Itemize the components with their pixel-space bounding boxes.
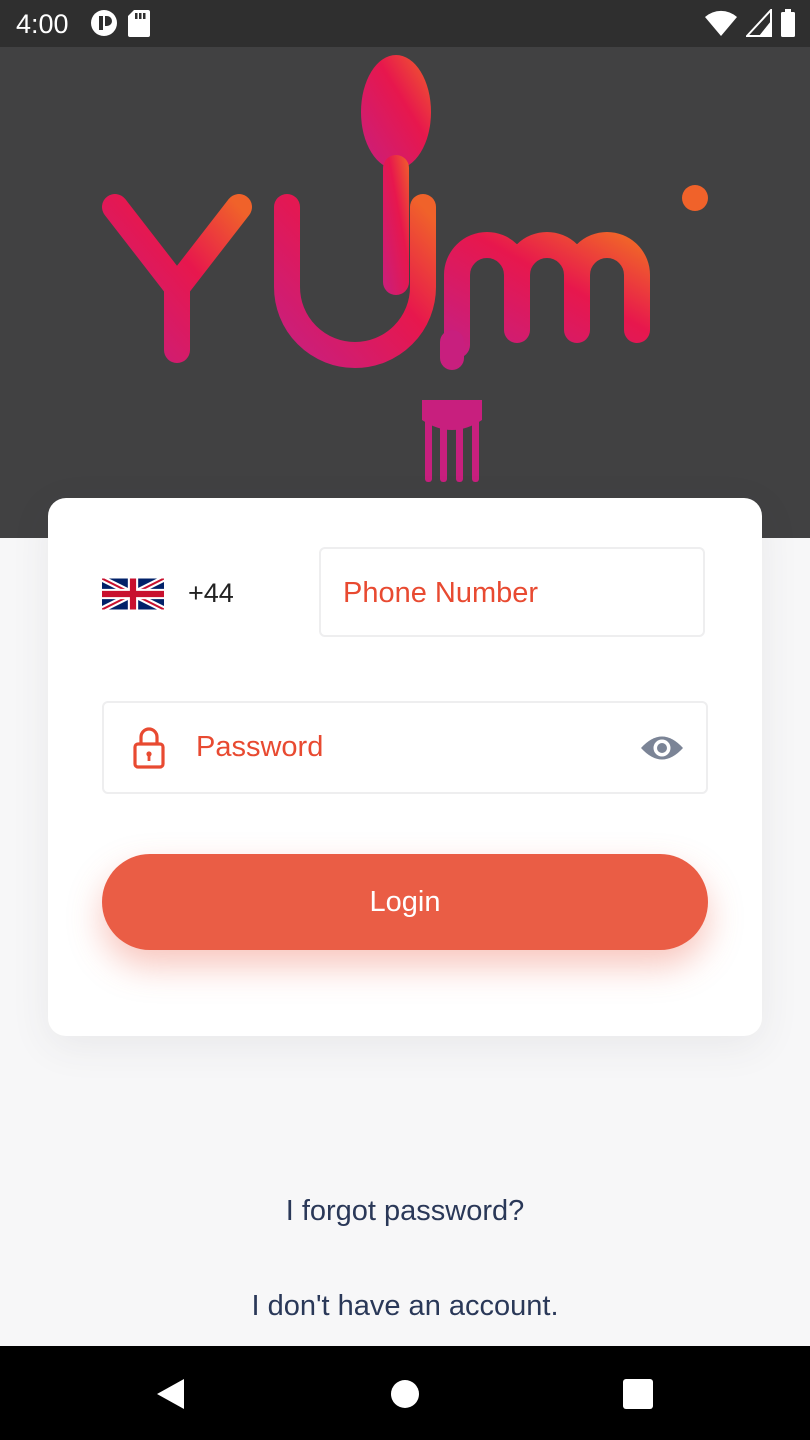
battery-icon: [781, 9, 795, 37]
status-left-icons: [90, 9, 150, 37]
eye-icon[interactable]: [639, 731, 685, 765]
login-card: +44 Login: [48, 498, 762, 1036]
fork-icon: [422, 330, 482, 482]
sd-card-icon: [128, 10, 150, 37]
logo-i-dot: [682, 185, 708, 211]
phone-number-input[interactable]: [343, 573, 683, 613]
back-icon[interactable]: [152, 1376, 188, 1412]
yumi-logo: [102, 55, 708, 482]
country-code[interactable]: +44: [188, 576, 234, 610]
lock-icon: [133, 727, 165, 769]
password-input[interactable]: [196, 727, 616, 767]
status-right-icons: [704, 9, 796, 37]
status-bar: 4:00: [0, 0, 810, 47]
forgot-password-link[interactable]: I forgot password?: [0, 1193, 810, 1229]
home-icon[interactable]: [387, 1376, 423, 1412]
recent-apps-icon[interactable]: [620, 1376, 656, 1412]
navigation-bar: [0, 1346, 810, 1440]
no-account-link[interactable]: I don't have an account.: [0, 1288, 810, 1324]
uk-flag-icon[interactable]: [102, 578, 164, 610]
wifi-icon: [705, 10, 737, 37]
phone-number-field[interactable]: [319, 547, 705, 637]
status-time: 4:00: [16, 9, 69, 39]
signal-icon: [746, 9, 772, 37]
notification-icon: [91, 10, 117, 36]
login-button[interactable]: Login: [102, 854, 708, 950]
password-field[interactable]: [102, 701, 708, 794]
header-hero: [0, 47, 810, 538]
